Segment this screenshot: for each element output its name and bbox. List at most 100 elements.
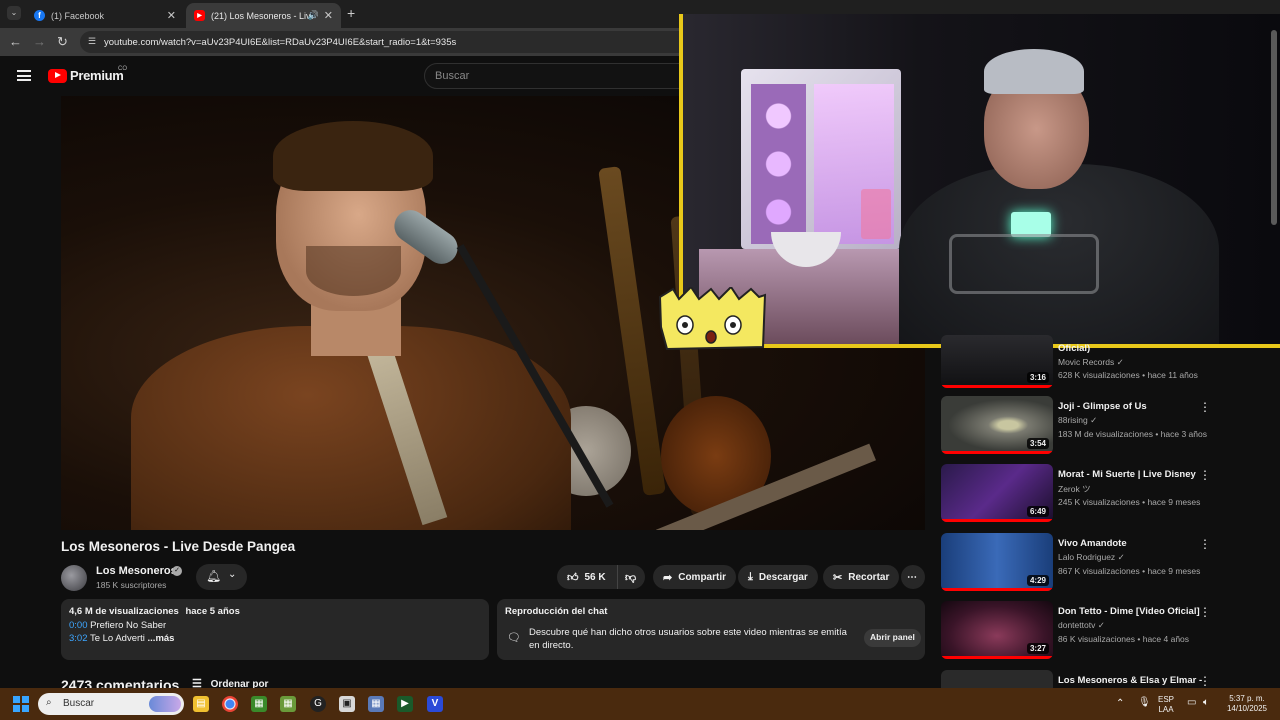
app-icon[interactable]: V (427, 696, 443, 712)
channel-name[interactable]: Los Mesoneros (96, 565, 177, 577)
language-indicator[interactable]: ESP LAA (1158, 695, 1174, 715)
forward-icon[interactable]: → (33, 34, 46, 49)
rec-meta: 183 M de visualizaciones • hace 3 años (1058, 429, 1207, 439)
close-icon[interactable]: ✕ (324, 9, 333, 22)
rec-title[interactable]: Don Tetto - Dime [Video Oficial] (1058, 605, 1218, 618)
more-vertical-icon[interactable]: ⋮ (1199, 468, 1211, 482)
chat-replay-text: Descubre qué han dicho otros usuarios so… (529, 627, 847, 651)
clock-date: 14/10/2025 (1226, 704, 1268, 713)
thumbs-down-icon: 👎︎ (625, 571, 637, 584)
more-vertical-icon[interactable]: ⋮ (1199, 605, 1211, 619)
tab-search-dropdown-icon[interactable]: ⌄ (7, 6, 21, 20)
rec-meta: 86 K visualizaciones • hace 4 años (1058, 634, 1190, 644)
download-button[interactable]: ⤓ Descargar (738, 565, 818, 589)
windows-start-icon[interactable] (13, 696, 29, 712)
rec-title[interactable]: Morat - Mi Suerte | Live Disney (1058, 468, 1218, 481)
video-thumbnail[interactable]: 3:27 (941, 601, 1053, 659)
video-thumbnail[interactable]: 4:29 (941, 533, 1053, 591)
rec-title[interactable]: Joji - Glimpse of Us (1058, 400, 1218, 413)
video-thumbnail[interactable]: 6:49 (941, 464, 1053, 522)
watch-progress (941, 656, 1053, 659)
volume-icon[interactable]: 🔈︎ (1203, 698, 1209, 708)
more-vertical-icon[interactable]: ⋮ (1199, 400, 1211, 414)
list-item[interactable]: 3:54 Joji - Glimpse of Us 88rising ✓ 183… (941, 396, 1271, 456)
app-icon[interactable]: ▣ (339, 696, 355, 712)
windows-taskbar: ⌕ Buscar ▤ ▦ ▦ G ▣ ▦ ▶ V ⌃ 🎙︎ ESP LAA ▭ … (0, 688, 1280, 720)
app-icon[interactable]: ▦ (280, 696, 296, 712)
app-icon[interactable]: ▶ (397, 696, 413, 712)
reload-icon[interactable]: ↻ (57, 34, 68, 50)
duration-badge: 4:29 (1026, 575, 1049, 586)
rec-channel[interactable]: Movic Records ✓ (1058, 357, 1124, 368)
back-icon[interactable]: ← (9, 34, 22, 49)
duration-badge: 6:49 (1026, 506, 1049, 517)
chapter-timestamp[interactable]: 3:02 (69, 633, 88, 644)
clock-time: 5:37 p. m. (1229, 694, 1265, 703)
list-item[interactable]: 6:49 Morat - Mi Suerte | Live Disney Zer… (941, 464, 1271, 524)
more-vertical-icon[interactable]: ⋮ (1199, 537, 1211, 551)
tab-label: (21) Los Mesoneros - Live D (211, 10, 313, 21)
rec-channel[interactable]: Zerok ツ (1058, 483, 1091, 495)
close-icon[interactable]: ✕ (167, 9, 176, 22)
taskbar-search-input[interactable]: ⌕ Buscar (38, 693, 184, 715)
subscriber-count: 185 K suscriptores (96, 580, 167, 590)
rec-channel[interactable]: Lalo Rodriguez ✓ (1058, 552, 1125, 563)
crown-mouth (705, 330, 717, 344)
video-thumbnail[interactable]: 3:16 (941, 335, 1053, 388)
show-more-link[interactable]: ...más (148, 633, 175, 644)
list-item[interactable]: 3:16 Oficial) Movic Records ✓ 628 K visu… (941, 335, 1271, 395)
clock[interactable]: 5:37 p. m. 14/10/2025 (1222, 694, 1272, 714)
video-thumbnail[interactable] (941, 670, 1053, 688)
rec-title[interactable]: Oficial) (1058, 342, 1218, 355)
share-button[interactable]: ➦ Compartir (653, 565, 737, 589)
verified-icon: ✓ (172, 566, 182, 576)
rec-channel[interactable]: dontettotv ✓ (1058, 620, 1105, 631)
list-item[interactable]: Los Mesoneros & Elsa y Elmar - Pangea (V… (941, 670, 1271, 688)
duration-badge: 3:54 (1026, 438, 1049, 449)
singer-body (131, 326, 571, 530)
rec-title[interactable]: Vivo Amandote (1058, 537, 1218, 550)
microphone-icon[interactable]: 🎙︎ (1138, 698, 1151, 708)
clip-button[interactable]: ✂ Recortar (823, 565, 900, 589)
more-vertical-icon[interactable]: ⋮ (1199, 674, 1211, 688)
thumbs-up-icon: 👍︎ (567, 571, 579, 584)
list-item[interactable]: 4:29 Vivo Amandote Lalo Rodriguez ✓ 867 … (941, 533, 1271, 593)
menu-icon[interactable] (17, 70, 31, 81)
video-thumbnail[interactable]: 3:54 (941, 396, 1053, 454)
minecraft-icon[interactable]: ▦ (251, 696, 267, 712)
more-actions-button[interactable]: ⋯ (901, 565, 925, 589)
watch-progress (941, 519, 1053, 522)
file-explorer-icon[interactable]: ▤ (193, 696, 209, 712)
search-input[interactable]: Buscar (424, 63, 684, 89)
list-item[interactable]: 3:27 Don Tetto - Dime [Video Oficial] do… (941, 601, 1271, 661)
chapter-timestamp[interactable]: 0:00 (69, 620, 88, 631)
network-icon[interactable]: ▭ (1187, 698, 1196, 708)
tab-facebook[interactable]: f (1) Facebook ✕ (26, 3, 184, 28)
like-button[interactable]: 👍︎ 56 K (557, 565, 617, 589)
watch-progress (941, 588, 1053, 591)
youtube-premium-logo[interactable]: Premium (48, 68, 124, 83)
url-field[interactable]: ☰ youtube.com/watch?v=aUv23P4UI6E&list=R… (80, 31, 700, 53)
site-info-icon[interactable]: ☰ (88, 36, 96, 47)
country-code: CO (118, 66, 127, 72)
chevron-up-icon[interactable]: ⌃ (1116, 699, 1124, 709)
bell-icon: 🔔︎ (206, 569, 222, 583)
app-icon[interactable]: G (310, 696, 326, 712)
notifications-button[interactable]: 🔔︎ ⌄ (196, 564, 247, 590)
rec-meta: 245 K visualizaciones • hace 9 meses (1058, 497, 1201, 507)
tab-youtube[interactable]: ▶ (21) Los Mesoneros - Live D 🔊 ✕ (186, 3, 341, 28)
avatar[interactable] (61, 565, 87, 591)
rec-channel[interactable]: 88rising ✓ (1058, 415, 1097, 426)
open-panel-button[interactable]: Abrir panel (864, 629, 921, 647)
rec-title[interactable]: Los Mesoneros & Elsa y Elmar - Pangea (V… (1058, 674, 1218, 688)
page-scrollbar[interactable] (1271, 30, 1277, 225)
calculator-icon[interactable]: ▦ (368, 696, 384, 712)
dislike-button[interactable]: 👎︎ (617, 565, 645, 589)
taskbar-search-label: Buscar (63, 698, 95, 709)
rec-meta: 628 K visualizaciones • hace 11 años (1058, 370, 1198, 380)
chrome-icon[interactable] (222, 696, 238, 712)
new-tab-button[interactable]: + (347, 5, 355, 21)
description-box[interactable]: 4,6 M de visualizaciones hace 5 años 0:0… (61, 599, 489, 660)
speaker-icon[interactable]: 🔊 (308, 10, 319, 21)
duration-badge: 3:27 (1026, 643, 1049, 654)
